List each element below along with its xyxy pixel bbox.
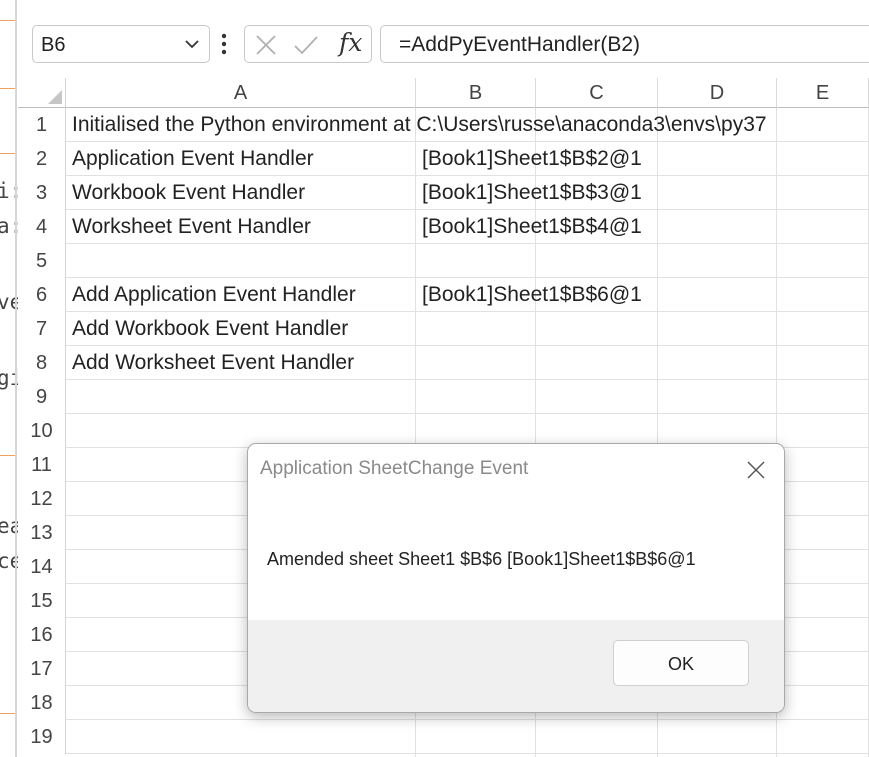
dialog-title: Application SheetChange Event bbox=[260, 458, 529, 479]
row-gridline bbox=[66, 719, 869, 720]
column-header-b[interactable]: B bbox=[416, 78, 536, 108]
row-header-14[interactable]: 14 bbox=[18, 550, 66, 584]
row-header-4[interactable]: 4 bbox=[18, 210, 66, 244]
cell-a1[interactable]: Initialised the Python environment at C:… bbox=[68, 108, 767, 142]
row-header-13[interactable]: 13 bbox=[18, 516, 66, 550]
row-header-19[interactable]: 19 bbox=[18, 720, 66, 754]
row-header-8[interactable]: 8 bbox=[18, 346, 66, 380]
cell-b3[interactable]: [Book1]Sheet1$B$3@1 bbox=[418, 176, 642, 210]
editor-line-marker bbox=[0, 455, 15, 456]
editor-line-marker bbox=[0, 153, 15, 154]
insert-function-icon[interactable]: fx bbox=[339, 28, 362, 57]
name-box[interactable]: B6 bbox=[32, 25, 210, 63]
column-header-e[interactable]: E bbox=[777, 78, 869, 108]
cell-a4[interactable]: Worksheet Event Handler bbox=[68, 210, 311, 244]
message-dialog: Application SheetChange Event Amended sh… bbox=[247, 443, 785, 713]
cell-b4[interactable]: [Book1]Sheet1$B$4@1 bbox=[418, 210, 642, 244]
formula-bar: B6 fx =AddPyEventHandler(B2) bbox=[18, 0, 869, 78]
cell-a6[interactable]: Add Application Event Handler bbox=[68, 278, 356, 312]
row-header-17[interactable]: 17 bbox=[18, 652, 66, 686]
column-header-d[interactable]: D bbox=[658, 78, 777, 108]
x-icon[interactable] bbox=[255, 34, 277, 56]
row-header-18[interactable]: 18 bbox=[18, 686, 66, 720]
row-header-3[interactable]: 3 bbox=[18, 176, 66, 210]
check-icon[interactable] bbox=[293, 34, 319, 56]
row-header-1[interactable]: 1 bbox=[18, 108, 66, 142]
cell-b6[interactable]: [Book1]Sheet1$B$6@1 bbox=[418, 278, 642, 312]
dialog-footer: OK bbox=[248, 620, 784, 712]
row-header-6[interactable]: 6 bbox=[18, 278, 66, 312]
cell-a8[interactable]: Add Worksheet Event Handler bbox=[68, 346, 354, 380]
formula-controls: fx bbox=[244, 25, 372, 63]
row-header-12[interactable]: 12 bbox=[18, 482, 66, 516]
row-header-15[interactable]: 15 bbox=[18, 584, 66, 618]
dialog-message: Amended sheet Sheet1 $B$6 [Book1]Sheet1$… bbox=[267, 549, 696, 569]
row-header-16[interactable]: 16 bbox=[18, 618, 66, 652]
more-options-icon[interactable] bbox=[217, 30, 231, 58]
close-icon[interactable] bbox=[746, 460, 766, 480]
screen: i: a: ve gi ea ce B6 bbox=[0, 0, 869, 757]
row-header-7[interactable]: 7 bbox=[18, 312, 66, 346]
excel-window: B6 fx =AddPyEventHandler(B2) A B C D E 1… bbox=[18, 0, 869, 757]
column-header-a[interactable]: A bbox=[66, 78, 416, 108]
select-all-corner[interactable] bbox=[18, 78, 66, 108]
editor-line-marker bbox=[0, 20, 15, 21]
ok-button[interactable]: OK bbox=[613, 640, 749, 686]
cell-b2[interactable]: [Book1]Sheet1$B$2@1 bbox=[418, 142, 642, 176]
row-header-9[interactable]: 9 bbox=[18, 380, 66, 414]
cell-a7[interactable]: Add Workbook Event Handler bbox=[68, 312, 348, 346]
cell-a3[interactable]: Workbook Event Handler bbox=[68, 176, 305, 210]
background-editor-strip: i: a: ve gi ea ce bbox=[0, 0, 18, 757]
editor-divider bbox=[15, 0, 17, 757]
formula-text: =AddPyEventHandler(B2) bbox=[399, 33, 641, 56]
editor-line-marker bbox=[0, 88, 15, 89]
formula-input[interactable]: =AddPyEventHandler(B2) bbox=[380, 25, 869, 63]
editor-line-marker bbox=[0, 713, 15, 714]
name-box-value: B6 bbox=[41, 34, 66, 56]
row-header-2[interactable]: 2 bbox=[18, 142, 66, 176]
row-header-10[interactable]: 10 bbox=[18, 414, 66, 448]
row-header-11[interactable]: 11 bbox=[18, 448, 66, 482]
chevron-down-icon[interactable] bbox=[183, 35, 201, 53]
column-header-c[interactable]: C bbox=[536, 78, 658, 108]
cell-a2[interactable]: Application Event Handler bbox=[68, 142, 314, 176]
row-gridline bbox=[66, 753, 869, 754]
row-gridline bbox=[66, 413, 869, 414]
row-header-5[interactable]: 5 bbox=[18, 244, 66, 278]
